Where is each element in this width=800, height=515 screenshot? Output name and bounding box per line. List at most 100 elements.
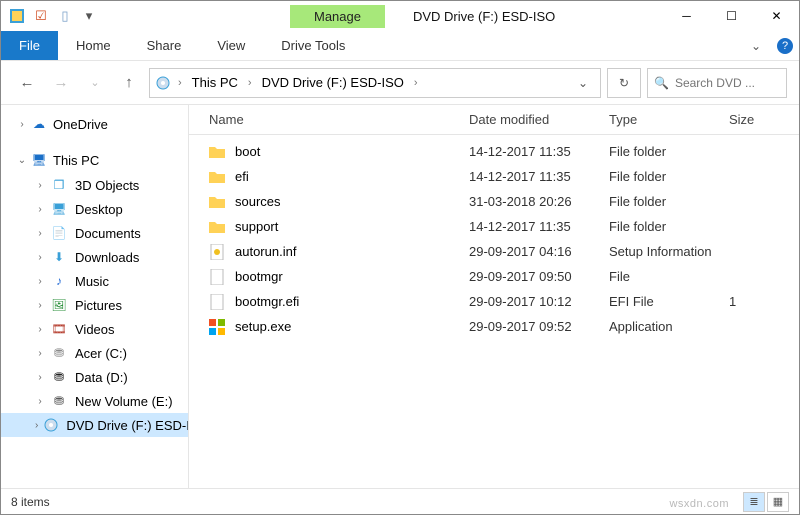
download-icon: ⬇ [51,249,67,265]
window-title: DVD Drive (F:) ESD-ISO [413,9,555,24]
column-type[interactable]: Type [609,112,729,127]
expand-icon[interactable]: › [35,276,45,287]
search-icon: 🔍 [654,76,669,90]
file-row[interactable]: setup.exe29-09-2017 09:52Application [189,314,799,339]
maximize-button[interactable]: ☐ [709,1,754,31]
tab-view[interactable]: View [199,31,263,60]
file-size: 1 [729,294,799,309]
file-row[interactable]: boot14-12-2017 11:35File folder [189,139,799,164]
nav-onedrive[interactable]: › ☁ OneDrive [1,111,188,137]
file-name: setup.exe [235,319,291,334]
cloud-icon: ☁ [31,116,47,132]
column-date[interactable]: Date modified [469,112,609,127]
column-name[interactable]: Name [189,112,469,127]
help-button[interactable]: ? [771,31,799,60]
file-type: EFI File [609,294,729,309]
nav-recent-dropdown[interactable]: ⌄ [81,69,109,97]
chevron-right-icon[interactable]: › [246,77,254,89]
address-dropdown-icon[interactable]: ⌄ [570,76,596,90]
column-size[interactable]: Size [729,112,799,127]
watermark: wsxdn.com [669,498,729,510]
new-folder-icon[interactable]: ▯ [57,8,73,24]
chevron-right-icon[interactable]: › [412,77,420,89]
nav-item[interactable]: ›🖼Pictures [1,293,188,317]
file-row[interactable]: autorun.inf29-09-2017 04:16Setup Informa… [189,239,799,264]
doc-icon: 📄 [51,225,67,241]
nav-this-pc[interactable]: ⌄ 🖥 This PC [1,147,188,173]
nav-item[interactable]: ›⬇Downloads [1,245,188,269]
file-type: File folder [609,219,729,234]
view-details-button[interactable]: ≣ [743,492,765,512]
expand-icon[interactable]: › [35,348,45,359]
ribbon-tabs: File Home Share View Drive Tools ⌄ ? [1,31,799,61]
nav-item-label: Acer (C:) [75,346,127,361]
help-icon: ? [777,38,793,54]
refresh-button[interactable]: ↻ [607,68,641,98]
nav-item[interactable]: ›⛃Acer (C:) [1,341,188,365]
file-row[interactable]: sources31-03-2018 20:26File folder [189,189,799,214]
expand-icon[interactable]: › [35,420,38,431]
crumb-this-pc[interactable]: This PC [188,73,242,92]
file-name: bootmgr [235,269,283,284]
dvd-icon [154,74,172,92]
crumb-dvd-drive[interactable]: DVD Drive (F:) ESD-ISO [258,73,408,92]
collapse-icon[interactable]: ⌄ [17,155,27,166]
file-type: Application [609,319,729,334]
expand-icon[interactable]: › [17,119,27,130]
nav-item[interactable]: ›DVD Drive (F:) ESD-ISO [1,413,188,437]
properties-icon[interactable]: ☑ [33,8,49,24]
file-list[interactable]: boot14-12-2017 11:35File folderefi14-12-… [189,135,799,488]
navigation-pane[interactable]: › ☁ OneDrive ⌄ 🖥 This PC › ❒ 3D Objects › 🖥 D… [1,105,189,488]
nav-item[interactable]: › 🖥 Desktop [1,197,188,221]
minimize-button[interactable]: ─ [664,1,709,31]
chevron-right-icon[interactable]: › [176,77,184,89]
search-box[interactable]: 🔍 [647,68,787,98]
expand-icon[interactable]: › [35,180,45,191]
inf-icon [209,244,225,260]
nav-item[interactable]: ›⛃New Volume (E:) [1,389,188,413]
qat-dropdown-icon[interactable]: ▾ [81,8,97,24]
file-row[interactable]: efi14-12-2017 11:35File folder [189,164,799,189]
nav-item[interactable]: ›🎞Videos [1,317,188,341]
search-input[interactable] [675,76,780,90]
tab-home[interactable]: Home [58,31,129,60]
nav-item-label: Desktop [75,202,123,217]
nav-item[interactable]: › ❒ 3D Objects [1,173,188,197]
expand-icon[interactable]: › [35,204,45,215]
nav-forward-button[interactable]: → [47,69,75,97]
window-controls: ─ ☐ ✕ [664,1,799,31]
nav-item[interactable]: ›📄Documents [1,221,188,245]
view-large-icons-button[interactable]: ▦ [767,492,789,512]
file-name: efi [235,169,249,184]
expand-icon[interactable]: › [35,252,45,263]
nav-item[interactable]: ›♪Music [1,269,188,293]
cube-icon: ❒ [51,177,67,193]
close-button[interactable]: ✕ [754,1,799,31]
contextual-tab-manage[interactable]: Manage [290,5,385,28]
tab-share[interactable]: Share [129,31,200,60]
file-row[interactable]: bootmgr.efi29-09-2017 10:12EFI File1 [189,289,799,314]
file-row[interactable]: support14-12-2017 11:35File folder [189,214,799,239]
file-date: 14-12-2017 11:35 [469,144,609,159]
file-name: bootmgr.efi [235,294,299,309]
expand-icon[interactable]: › [35,300,45,311]
file-type: File folder [609,144,729,159]
nav-up-button[interactable]: ↑ [115,69,143,97]
desktop-icon: 🖥 [51,201,67,217]
expand-icon[interactable]: › [35,372,45,383]
nav-back-button[interactable]: ← [13,69,41,97]
drive-icon: ⛃ [51,369,67,385]
expand-icon[interactable]: › [35,228,45,239]
address-breadcrumb[interactable]: › This PC › DVD Drive (F:) ESD-ISO › ⌄ [149,68,601,98]
file-type: File folder [609,169,729,184]
expand-icon[interactable]: › [35,324,45,335]
file-tab[interactable]: File [1,31,58,60]
nav-item[interactable]: ›⛃Data (D:) [1,365,188,389]
expand-icon[interactable]: › [35,396,45,407]
dvd-icon [44,417,58,433]
ribbon-collapse-icon[interactable]: ⌄ [741,31,771,60]
tab-drive-tools[interactable]: Drive Tools [263,31,363,60]
file-row[interactable]: bootmgr29-09-2017 09:50File [189,264,799,289]
nav-item-label: 3D Objects [75,178,139,193]
video-icon: 🎞 [51,321,67,337]
